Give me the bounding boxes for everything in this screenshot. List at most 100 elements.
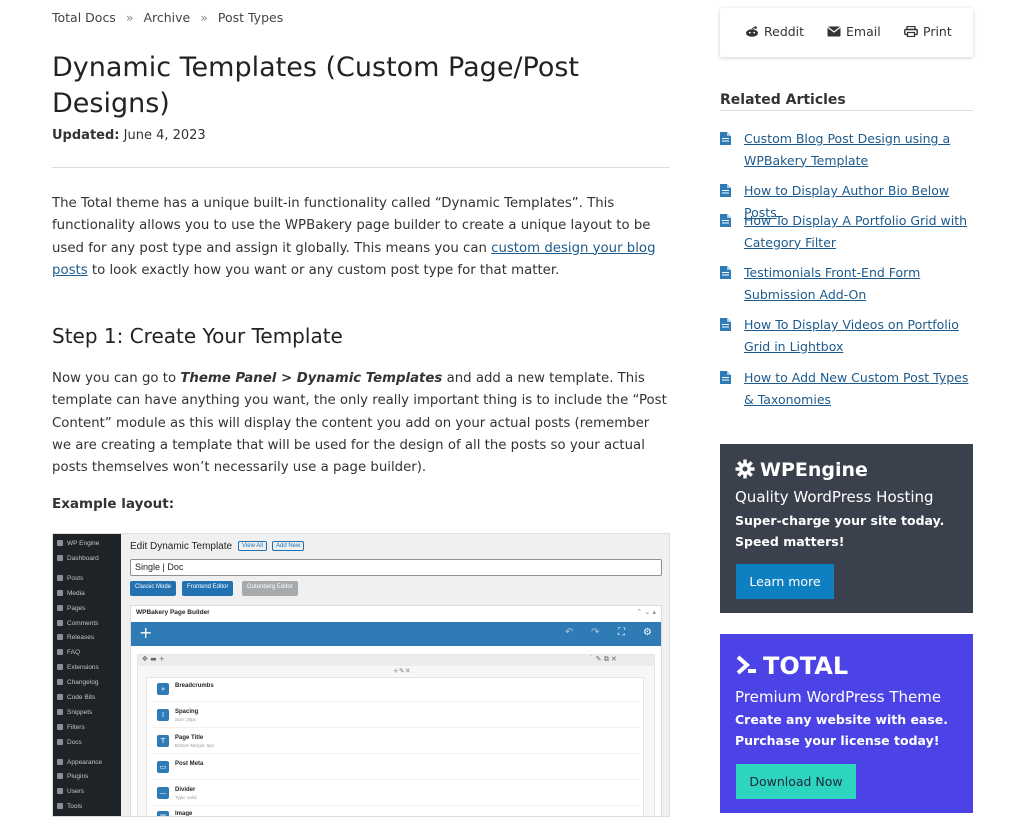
breadcrumb: Total Docs » Archive » Post Types xyxy=(52,10,283,25)
menu-icon xyxy=(57,739,63,745)
share-reddit-label: Reddit xyxy=(764,24,805,39)
breadcrumb-link-total-docs[interactable]: Total Docs xyxy=(52,10,116,25)
menu-icon xyxy=(57,724,63,730)
view-all-badge: View All xyxy=(238,541,267,551)
document-icon xyxy=(720,371,731,384)
element-sub: Bottom Margin: 5px xyxy=(175,743,215,748)
breadcrumb-link-archive[interactable]: Archive xyxy=(143,10,190,25)
wpengine-headline: Quality WordPress Hosting xyxy=(735,488,934,506)
wp-menu-label: Tools xyxy=(67,803,83,810)
wp-menu-item: Posts xyxy=(57,575,83,582)
share-print-label: Print xyxy=(923,24,952,39)
divider-icon: — xyxy=(157,787,169,799)
element-sub: Size: 20px xyxy=(175,717,197,722)
learn-more-button[interactable]: Learn more xyxy=(736,564,834,599)
wp-menu-item: Filters xyxy=(57,724,85,731)
step1-text-b: and add a new template. This template ca… xyxy=(52,371,667,476)
settings-gear-icon: ⚙ xyxy=(643,627,652,638)
row-move-icon: ✥ ▬ + xyxy=(142,655,165,663)
wpengine-logo: WPEngine xyxy=(735,459,868,481)
element-name: Divider xyxy=(175,787,196,793)
wp-menu-label: Releases xyxy=(67,634,95,641)
download-now-button[interactable]: Download Now xyxy=(736,764,856,799)
envelope-icon xyxy=(827,26,841,37)
element-name: Spacing xyxy=(175,709,199,715)
document-icon xyxy=(720,184,731,197)
updated-date: Updated: June 4, 2023 xyxy=(52,128,206,143)
related-article-link[interactable]: How To Display A Portfolio Grid with Cat… xyxy=(744,210,976,253)
related-divider xyxy=(720,110,973,111)
wp-menu-item: Appearance xyxy=(57,759,102,766)
panel-arrows-icon: ⌃ ⌄ ▴ xyxy=(636,608,656,616)
fullscreen-icon: ⛶ xyxy=(618,627,625,638)
element-name: Post Meta xyxy=(175,761,204,767)
page-title: Dynamic Templates (Custom Page/Post Desi… xyxy=(52,52,580,119)
wp-menu-label: Extensions xyxy=(67,664,99,671)
wp-menu-label: Pages xyxy=(67,605,86,612)
related-article-link[interactable]: How to Add New Custom Post Types & Taxon… xyxy=(744,367,976,410)
menu-icon xyxy=(57,788,63,794)
intro-paragraph: The Total theme has a unique built-in fu… xyxy=(52,193,670,282)
wp-menu-item: Users xyxy=(57,788,84,795)
wp-menu-item: Extensions xyxy=(57,664,99,671)
wpengine-logo-text: WPEngine xyxy=(760,459,868,481)
wpbakery-toolbar: + ↶ ↷ ⛶ ⚙ xyxy=(131,622,661,646)
wp-menu-label: Filters xyxy=(67,724,85,731)
classic-mode-button: Classic Mode xyxy=(130,581,177,596)
share-print-button[interactable]: Print xyxy=(904,24,952,39)
wp-menu-label: Plugins xyxy=(67,773,89,780)
menu-icon xyxy=(57,649,63,655)
element-name: Image xyxy=(175,811,193,817)
breadcrumb-separator: » xyxy=(125,10,134,25)
wp-menu-item: Media xyxy=(57,590,85,597)
related-article-link[interactable]: Custom Blog Post Design using a WPBakery… xyxy=(744,128,976,171)
share-email-button[interactable]: Email xyxy=(827,24,881,39)
wp-menu-item: Comments xyxy=(57,620,98,627)
menu-icon xyxy=(57,605,63,611)
wp-menu-label: Dashboard xyxy=(67,555,99,562)
wpengine-sub2: Speed matters! xyxy=(735,534,845,549)
total-sub1: Create any website with ease. xyxy=(735,712,949,727)
total-logo: TOTAL xyxy=(735,652,848,680)
step1-paragraph: Now you can go to Theme Panel > Dynamic … xyxy=(52,368,670,479)
menu-icon xyxy=(57,803,63,809)
page-title-icon: T xyxy=(157,735,169,747)
wp-menu-item: WP Engine xyxy=(57,540,99,547)
frontend-editor-button: Frontend Editor xyxy=(182,581,234,596)
element-sub: Type: solid xyxy=(175,795,197,800)
intro-text-b: to look exactly how you want or any cust… xyxy=(87,262,560,278)
editor-title: Edit Dynamic Template xyxy=(130,541,233,552)
related-article-link[interactable]: Testimonials Front-End Form Submission A… xyxy=(744,262,976,305)
menu-icon xyxy=(57,679,63,685)
wp-menu-label: Posts xyxy=(67,575,84,582)
wp-menu-item: FAQ xyxy=(57,649,80,656)
row-actions-icon: ˙ ✎ ⧉ ✕ xyxy=(590,655,617,663)
gutenberg-editor-button: Gutenberg Editor xyxy=(242,581,298,596)
column-controls-icon: +✎✕ xyxy=(393,667,411,675)
wp-menu-label: WP Engine xyxy=(67,540,100,547)
wpengine-ad[interactable]: WPEngine Quality WordPress Hosting Super… xyxy=(720,444,973,613)
spacing-icon: I xyxy=(157,709,169,721)
wp-menu-item: Pages xyxy=(57,605,85,612)
total-theme-ad[interactable]: TOTAL Premium WordPress Theme Create any… xyxy=(720,634,973,813)
share-reddit-button[interactable]: Reddit xyxy=(745,24,804,39)
add-new-badge: Add New xyxy=(272,541,305,551)
document-icon xyxy=(720,266,731,279)
breadcrumb-link-post-types[interactable]: Post Types xyxy=(218,10,283,25)
wp-menu-item: Snippets xyxy=(57,709,92,716)
step1-heading: Step 1: Create Your Template xyxy=(52,324,343,348)
editor-area: Edit Dynamic Template View All Add New S… xyxy=(121,534,669,816)
builder-element: ▭ Post Meta xyxy=(153,758,639,780)
menu-icon xyxy=(57,575,63,581)
wp-menu-item: Plugins xyxy=(57,773,88,780)
wp-admin-sidebar: WP Engine Dashboard Posts Media Pages Co… xyxy=(53,534,121,816)
undo-icon: ↶ xyxy=(565,627,574,638)
element-name: Breadcrumbs xyxy=(175,683,214,689)
wp-menu-label: Changelog xyxy=(67,679,99,686)
related-article-link[interactable]: How To Display Videos on Portfolio Grid … xyxy=(744,314,976,357)
step1-bold-path: Theme Panel > Dynamic Templates xyxy=(180,371,443,386)
wp-menu-label: FAQ xyxy=(67,649,81,656)
wp-menu-label: Media xyxy=(67,590,85,597)
reddit-icon xyxy=(746,26,758,37)
builder-element: » Breadcrumbs xyxy=(153,680,639,702)
